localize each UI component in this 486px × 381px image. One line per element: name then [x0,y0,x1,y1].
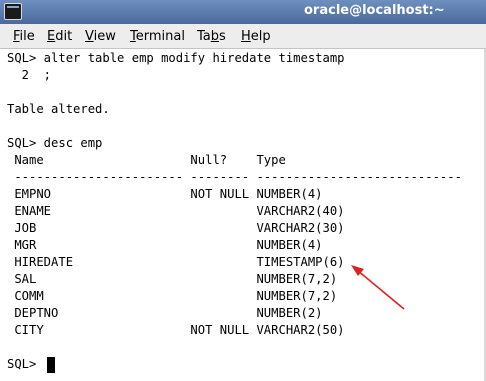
menu-bar: File Edit View Terminal Tabs Help [0,24,486,49]
terminal-line: MGR NUMBER(4) [7,238,323,252]
terminal-line: 2 ; [7,68,52,82]
terminal-line: SQL> alter table emp modify hiredate tim… [7,51,345,65]
menu-help[interactable]: Help [241,29,271,44]
terminal-line: COMM NUMBER(7,2) [7,289,338,303]
menu-file[interactable]: File [13,29,35,44]
terminal-line: SAL NUMBER(7,2) [7,272,338,286]
menu-tabs[interactable]: Tabs [197,29,226,44]
terminal-line: DEPTNO NUMBER(2) [7,306,323,320]
terminal-prompt: SQL> [7,357,44,371]
terminal-cursor [47,357,55,373]
terminal-line: Table altered. [7,102,110,116]
terminal-icon[interactable] [4,3,22,20]
terminal-output[interactable]: SQL> alter table emp modify hiredate tim… [0,49,486,381]
terminal-line: CITY NOT NULL VARCHAR2(50) [7,323,345,337]
terminal-line: SQL> desc emp [7,136,103,150]
menu-view[interactable]: View [85,29,116,44]
title-bar[interactable]: oracle@localhost:~ [0,0,486,25]
terminal-line: JOB VARCHAR2(30) [7,221,345,235]
terminal-line: HIREDATE TIMESTAMP(6) [7,255,345,269]
terminal-line: EMPNO NOT NULL NUMBER(4) [7,187,323,201]
menu-terminal[interactable]: Terminal [130,29,185,44]
terminal-line: ----------------------- -------- -------… [7,170,462,184]
terminal-line: ENAME VARCHAR2(40) [7,204,345,218]
terminal-window: oracle@localhost:~ File Edit View Termin… [0,0,486,381]
terminal-line: Name Null? Type [7,153,286,167]
window-title: oracle@localhost:~ [304,3,445,18]
menu-edit[interactable]: Edit [47,29,72,44]
